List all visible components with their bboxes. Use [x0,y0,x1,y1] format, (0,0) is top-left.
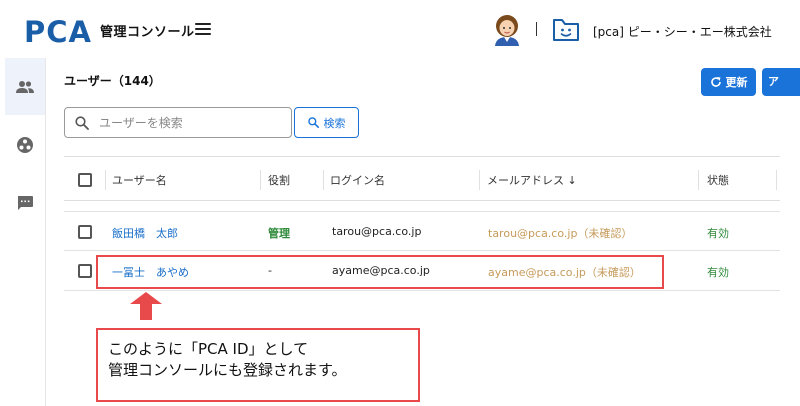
column-divider [323,170,324,190]
login-cell: tarou@pca.co.jp [332,225,422,238]
column-header-username[interactable]: ユーザー名 [112,172,167,188]
header-separator [536,22,537,36]
chat-icon [18,195,33,210]
refresh-button-label: 更新 [725,76,748,89]
column-divider [105,170,106,190]
search-input[interactable] [99,113,284,133]
select-all-checkbox[interactable] [78,173,92,187]
nav-messages[interactable] [5,174,45,231]
column-divider [260,170,261,190]
app-header: PCA 管理コンソール [pca] ピー・シー・エー株式会社 [0,0,800,58]
callout-line-1: このように「PCA ID」として [108,340,309,358]
row-checkbox[interactable] [78,264,92,278]
app-title: 管理コンソール [100,25,195,40]
column-header-login[interactable]: ログイン名 [330,172,385,188]
status-cell: 有効 [707,227,729,240]
role-cell: 管理 [268,227,290,240]
username-link[interactable]: 飯田橋 太郎 [112,225,178,241]
apps-icon [17,136,33,153]
table-header: ユーザー名 役割 ログイン名 メールアドレス ↓ 状態 [64,156,780,201]
search-button[interactable]: 検索 [294,107,359,138]
table-row[interactable]: 飯田橋 太郎 管理 tarou@pca.co.jp tarou@pca.co.j… [64,211,780,251]
tenant-name[interactable]: [pca] ピー・シー・エー株式会社 [593,23,772,40]
user-avatar[interactable] [492,14,522,46]
search-icon [307,117,319,128]
hamburger-icon[interactable] [195,23,211,37]
refresh-icon [710,77,721,87]
callout-line-2: 管理コンソールにも登録されます。 [108,361,347,379]
svg-text:PCA: PCA [24,16,92,46]
add-button-truncated[interactable]: ア [762,68,800,96]
annotation-callout: このように「PCA ID」として 管理コンソールにも登録されます。 [96,328,420,402]
column-header-email[interactable]: メールアドレス ↓ [487,172,577,188]
highlight-box [96,255,664,289]
tenant-icon[interactable] [551,14,581,44]
refresh-button[interactable]: 更新 [701,68,756,96]
search-icon [75,116,89,130]
users-icon [16,80,34,93]
email-cell: tarou@pca.co.jp（未確認） [488,227,633,240]
row-checkbox[interactable] [78,225,92,239]
column-divider [776,170,777,190]
status-cell: 有効 [707,266,729,279]
search-button-label: 検索 [323,116,346,130]
page-title: ユーザー（144） [64,74,161,88]
up-arrow-icon [130,292,162,320]
nav-apps[interactable] [5,116,45,173]
column-divider [479,170,480,190]
side-nav-rail [0,58,46,406]
column-divider [698,170,699,190]
nav-users[interactable] [5,58,45,115]
column-header-status[interactable]: 状態 [707,172,729,188]
user-search-field[interactable] [64,107,292,138]
column-header-role[interactable]: 役割 [268,172,290,188]
pca-logo[interactable]: PCA [24,16,96,46]
